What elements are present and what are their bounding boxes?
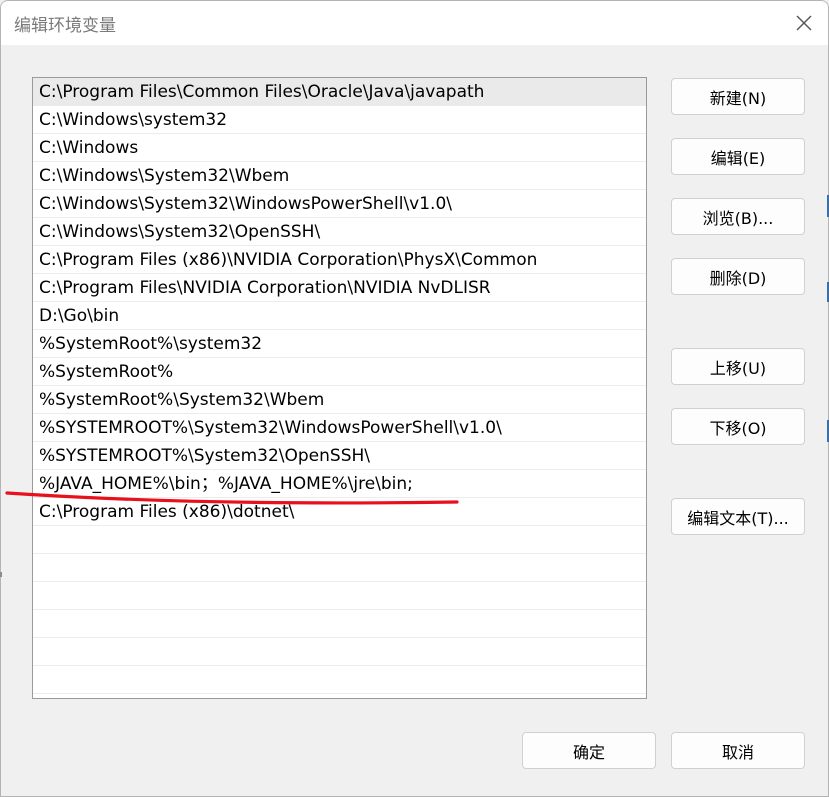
path-list-item[interactable]: C:\Program Files (x86)\NVIDIA Corporatio… — [33, 246, 646, 274]
path-list-item[interactable] — [33, 666, 646, 694]
path-list-item[interactable]: %SystemRoot%\System32\Wbem — [33, 386, 646, 414]
edit-text-button[interactable]: 编辑文本(T)... — [671, 498, 805, 535]
path-list-item[interactable]: C:\Windows\System32\Wbem — [33, 162, 646, 190]
edit-button[interactable]: 编辑(E) — [671, 138, 805, 175]
path-list-item[interactable]: C:\Windows\system32 — [33, 106, 646, 134]
path-list-item[interactable] — [33, 638, 646, 666]
path-list-item[interactable]: D:\Go\bin — [33, 302, 646, 330]
ok-button[interactable]: 确定 — [522, 732, 656, 769]
edit-env-variable-dialog: 编辑环境变量 C:\Program Files\Common Files\Ora… — [0, 0, 829, 797]
browse-button[interactable]: 浏览(B)... — [671, 198, 805, 235]
path-list-item[interactable] — [33, 582, 646, 610]
path-list[interactable]: C:\Program Files\Common Files\Oracle\Jav… — [32, 77, 647, 699]
title-bar: 编辑环境变量 — [1, 1, 828, 45]
path-list-item[interactable] — [33, 610, 646, 638]
path-list-item[interactable]: C:\Windows\System32\OpenSSH\ — [33, 218, 646, 246]
delete-button[interactable]: 删除(D) — [671, 258, 805, 295]
path-list-item[interactable]: C:\Windows\System32\WindowsPowerShell\v1… — [33, 190, 646, 218]
path-list-item[interactable] — [33, 526, 646, 554]
close-button[interactable] — [786, 5, 822, 41]
path-list-item[interactable]: %JAVA_HOME%\bin；%JAVA_HOME%\jre\bin; — [33, 470, 646, 498]
path-list-item[interactable]: %SystemRoot%\system32 — [33, 330, 646, 358]
path-list-item[interactable]: C:\Program Files\NVIDIA Corporation\NVID… — [33, 274, 646, 302]
path-list-item[interactable]: C:\Program Files (x86)\dotnet\ — [33, 498, 646, 526]
close-icon — [796, 15, 812, 31]
move-down-button[interactable]: 下移(O) — [671, 408, 805, 445]
background-window-edge — [0, 572, 2, 577]
path-list-item[interactable]: C:\Windows — [33, 134, 646, 162]
path-list-item[interactable]: C:\Program Files\Common Files\Oracle\Jav… — [33, 78, 646, 106]
cancel-button[interactable]: 取消 — [671, 732, 805, 769]
path-list-item[interactable]: %SystemRoot% — [33, 358, 646, 386]
path-list-item[interactable]: %SYSTEMROOT%\System32\OpenSSH\ — [33, 442, 646, 470]
dialog-title: 编辑环境变量 — [14, 16, 116, 36]
path-list-item[interactable] — [33, 554, 646, 582]
move-up-button[interactable]: 上移(U) — [671, 348, 805, 385]
new-button[interactable]: 新建(N) — [671, 78, 805, 115]
path-list-item[interactable]: %SYSTEMROOT%\System32\WindowsPowerShell\… — [33, 414, 646, 442]
